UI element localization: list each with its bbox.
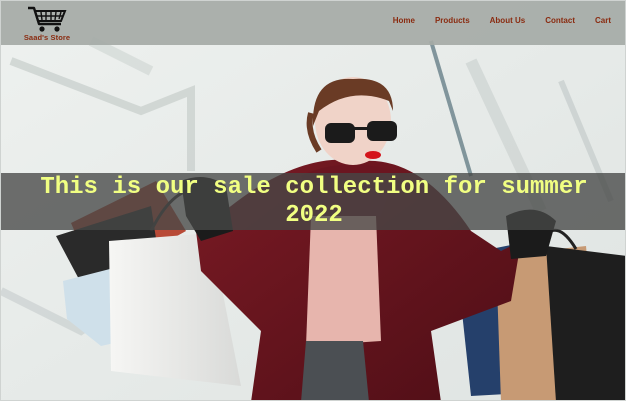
hero-banner: This is our sale collection for summer 2… (1, 173, 625, 230)
hero-headline: This is our sale collection for summer 2… (40, 173, 588, 229)
nav-link-about-us[interactable]: About Us (490, 16, 526, 25)
nav-link-cart[interactable]: Cart (595, 16, 611, 25)
brand-logo[interactable]: Saad's Store (19, 5, 75, 45)
nav-link-contact[interactable]: Contact (545, 16, 575, 25)
top-navbar: Saad's Store Home Products About Us Cont… (1, 1, 625, 45)
page: Saad's Store Home Products About Us Cont… (0, 0, 626, 401)
shopping-cart-icon (28, 6, 67, 32)
store-name: Saad's Store (23, 33, 71, 42)
nav-link-home[interactable]: Home (393, 16, 415, 25)
nav-link-products[interactable]: Products (435, 16, 470, 25)
nav-menu: Home Products About Us Contact Cart (373, 16, 611, 25)
